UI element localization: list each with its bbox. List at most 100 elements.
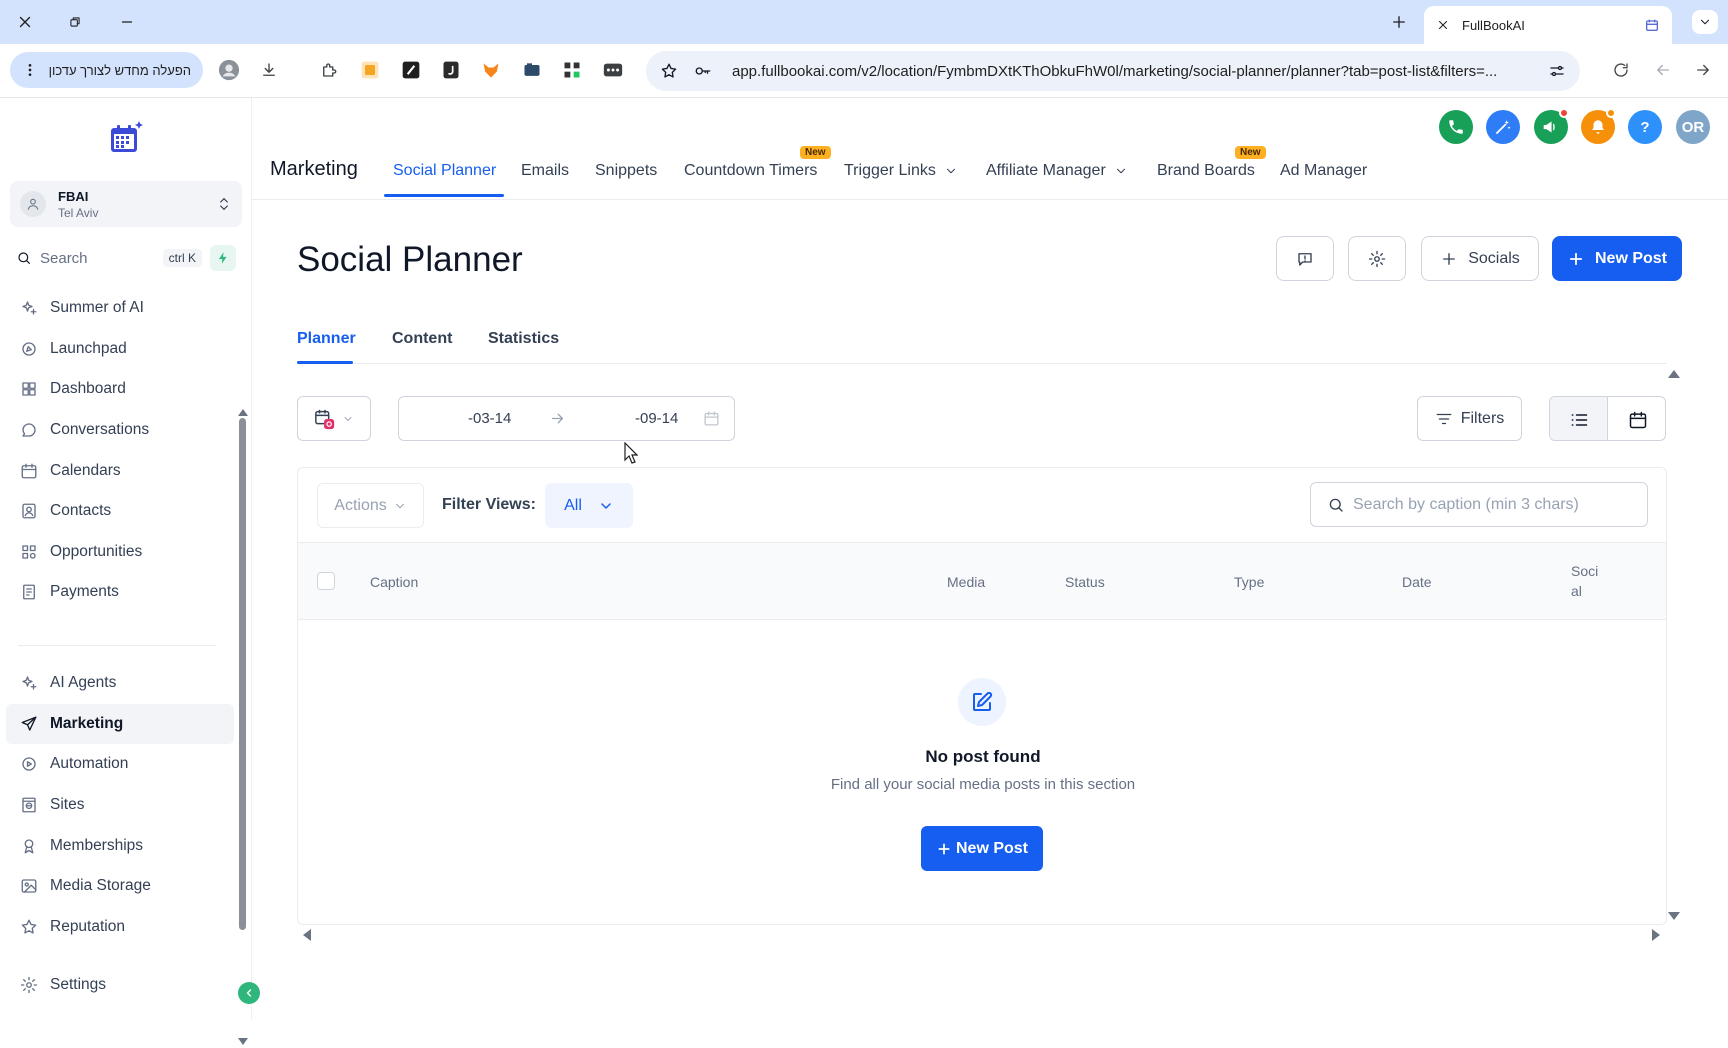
tab-social-planner[interactable]: Social Planner: [393, 162, 496, 180]
tab-trigger-links[interactable]: Trigger Links: [844, 162, 958, 180]
subtab-statistics[interactable]: Statistics: [488, 330, 559, 348]
sidebar-item-settings[interactable]: Settings: [20, 976, 106, 994]
ai-magic-wand-icon[interactable]: [1486, 110, 1520, 144]
filters-button[interactable]: Filters: [1417, 396, 1522, 441]
sidebar-item-memberships[interactable]: Memberships: [6, 825, 234, 866]
calendar-instagram-icon: [315, 409, 335, 429]
membership-icon: [20, 837, 50, 855]
caption-search-input[interactable]: Search by caption (min 3 chars): [1310, 482, 1648, 527]
sidebar-item-sites[interactable]: Sites: [6, 785, 234, 826]
post-type-selector[interactable]: [297, 396, 371, 441]
extension-camera-icon[interactable]: [521, 59, 543, 81]
tab-snippets[interactable]: Snippets: [595, 162, 657, 180]
sidebar-scrollbar[interactable]: [238, 408, 248, 1048]
url-text[interactable]: app.fullbookai.com/v2/location/FymbmDXtK…: [732, 63, 1548, 80]
user-avatar[interactable]: OR: [1676, 110, 1710, 144]
sidebar-item-summer-of-ai[interactable]: Summer of AI: [6, 288, 234, 329]
scroll-left-icon[interactable]: [302, 929, 311, 941]
sidebar-item-automation[interactable]: Automation: [6, 744, 234, 785]
select-all-checkbox[interactable]: [317, 572, 335, 590]
column-social-line2[interactable]: al: [1571, 583, 1582, 599]
extension-orange-icon[interactable]: [359, 59, 381, 81]
scroll-down-icon[interactable]: [238, 1038, 248, 1046]
column-caption[interactable]: Caption: [370, 574, 418, 590]
column-type[interactable]: Type: [1234, 574, 1264, 590]
list-view-button[interactable]: [1550, 397, 1608, 440]
column-status[interactable]: Status: [1065, 574, 1105, 590]
sidebar-item-launchpad[interactable]: Launchpad: [6, 329, 234, 370]
reload-icon[interactable]: [1610, 59, 1632, 81]
sidebar-item-opportunities[interactable]: Opportunities: [6, 532, 234, 573]
subtab-planner[interactable]: Planner: [297, 330, 356, 348]
empty-state-subtitle: Find all your social media posts in this…: [830, 776, 1136, 793]
sidebar-item-media-storage[interactable]: Media Storage: [6, 866, 234, 907]
sidebar-search[interactable]: Search ctrl K: [10, 242, 242, 274]
list-icon: [1571, 413, 1587, 426]
minimize-window-icon[interactable]: [116, 11, 138, 33]
tab-search-chevron-icon[interactable]: [1692, 10, 1718, 34]
new-tab-icon[interactable]: [1388, 11, 1410, 33]
profile-avatar-icon[interactable]: [218, 59, 240, 81]
sidebar-item-dashboard[interactable]: Dashboard: [6, 369, 234, 410]
close-window-icon[interactable]: [14, 11, 36, 33]
sidebar: FBAI Tel Aviv Search ctrl K Summer of AI…: [0, 98, 260, 1045]
extension-grid-icon[interactable]: [561, 59, 583, 81]
scroll-up-icon[interactable]: [1668, 369, 1680, 378]
phone-icon[interactable]: [1439, 110, 1473, 144]
tab-close-icon[interactable]: [1436, 18, 1450, 32]
socials-button[interactable]: Socials: [1421, 236, 1539, 281]
collapse-sidebar-chevron-icon[interactable]: [238, 982, 260, 1004]
tab-ad-manager[interactable]: Ad Manager: [1280, 162, 1367, 180]
help-icon[interactable]: ?: [1628, 110, 1662, 144]
restore-window-icon[interactable]: [64, 11, 86, 33]
forward-arrow-icon[interactable]: [1692, 59, 1714, 81]
sidebar-scroll-thumb[interactable]: [239, 418, 246, 930]
address-bar[interactable]: app.fullbookai.com/v2/location/FymbmDXtK…: [646, 51, 1580, 91]
sidebar-item-label: Automation: [50, 755, 129, 773]
extension-j-icon[interactable]: [440, 59, 462, 81]
bookmark-star-icon[interactable]: [660, 62, 678, 80]
extension-fox-icon[interactable]: [480, 59, 502, 81]
tab-affiliate-manager[interactable]: Affiliate Manager: [986, 162, 1128, 180]
tab-countdown-timers[interactable]: Countdown Timers: [684, 162, 817, 180]
view-toggle: [1549, 396, 1666, 441]
scroll-up-icon[interactable]: [238, 408, 248, 416]
download-icon[interactable]: [258, 59, 280, 81]
sidebar-item-ai-agents[interactable]: AI Agents: [6, 663, 234, 704]
column-social-line1[interactable]: Soci: [1571, 563, 1598, 579]
app-logo-calendar-icon[interactable]: [108, 120, 144, 156]
settings-button[interactable]: [1348, 236, 1406, 281]
new-post-button[interactable]: New Post: [1552, 236, 1682, 281]
scroll-down-icon[interactable]: [1668, 912, 1680, 921]
site-settings-icon[interactable]: [1548, 62, 1566, 80]
sidebar-item-reputation[interactable]: Reputation: [6, 907, 234, 948]
calendar-view-button[interactable]: [1609, 397, 1665, 440]
sidebar-item-label: Payments: [50, 583, 119, 601]
column-date[interactable]: Date: [1402, 574, 1432, 590]
relaunch-update-button[interactable]: הפעלה מחדש לצורך עדכון: [10, 52, 203, 88]
sidebar-item-contacts[interactable]: Contacts: [6, 491, 234, 532]
location-switcher[interactable]: FBAI Tel Aviv: [10, 181, 242, 227]
quick-action-bolt-icon[interactable]: [210, 245, 236, 271]
column-media[interactable]: Media: [947, 574, 985, 590]
actions-dropdown[interactable]: Actions: [317, 483, 424, 528]
back-arrow-icon[interactable]: [1652, 59, 1674, 81]
extensions-puzzle-icon[interactable]: [318, 59, 340, 81]
extension-dark-note-icon[interactable]: [400, 59, 422, 81]
date-range-picker[interactable]: -03-14 -09-14: [398, 396, 735, 441]
tab-emails[interactable]: Emails: [521, 162, 569, 180]
sidebar-item-payments[interactable]: Payments: [6, 572, 234, 613]
empty-new-post-button[interactable]: New Post: [921, 826, 1043, 871]
feedback-button[interactable]: [1276, 236, 1334, 281]
browser-tab[interactable]: FullBookAI: [1424, 6, 1672, 44]
sidebar-item-calendars[interactable]: Calendars: [6, 450, 234, 491]
password-key-icon[interactable]: [694, 62, 712, 80]
scroll-right-icon[interactable]: [1652, 929, 1661, 941]
sidebar-item-conversations[interactable]: Conversations: [6, 410, 234, 451]
filter-views-select[interactable]: All: [545, 483, 633, 528]
send-icon: [20, 715, 50, 733]
sidebar-item-marketing[interactable]: Marketing: [6, 703, 234, 745]
tab-brand-boards[interactable]: Brand Boards: [1157, 162, 1255, 180]
extension-dots-icon[interactable]: [602, 59, 624, 81]
subtab-content[interactable]: Content: [392, 330, 452, 348]
